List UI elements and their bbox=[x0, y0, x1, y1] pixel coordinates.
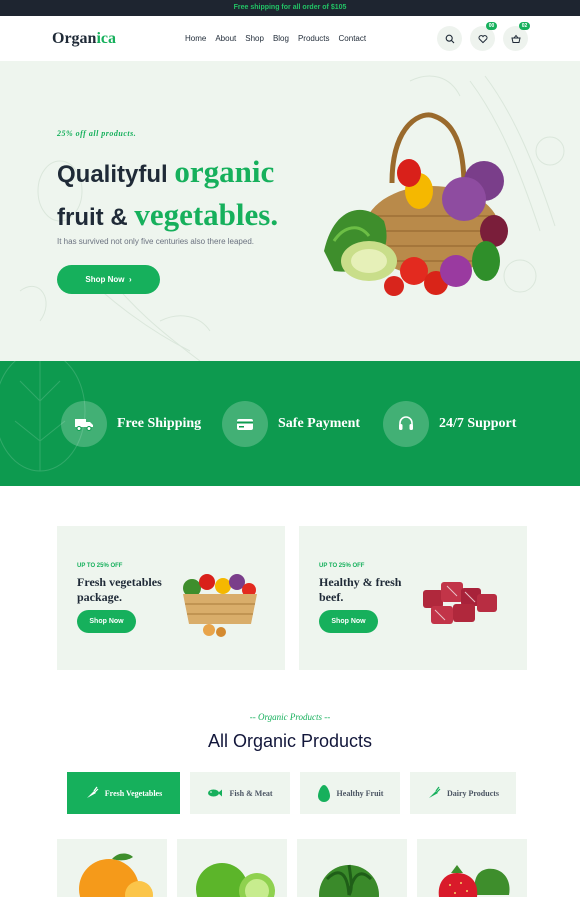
beef-cubes-image bbox=[423, 582, 497, 624]
product-card-lime[interactable] bbox=[177, 839, 287, 897]
hero-title-part-1: Qualityful bbox=[57, 161, 175, 188]
card-icon bbox=[222, 401, 268, 447]
announcement-text: Free shipping for all order of $105 bbox=[233, 4, 347, 11]
hero-shop-now-label: Shop Now bbox=[85, 275, 125, 284]
feature-safe-payment: Safe Payment bbox=[222, 401, 360, 447]
basket-icon bbox=[510, 34, 521, 43]
feature-label: Free Shipping bbox=[117, 416, 202, 431]
hero-shop-now-button[interactable]: Shop Now › bbox=[57, 265, 160, 294]
truck-icon bbox=[61, 401, 107, 447]
nav-shop[interactable]: Shop bbox=[245, 34, 264, 43]
tab-label: Fish & Meat bbox=[229, 788, 273, 798]
tab-healthy-fruit[interactable]: Healthy Fruit bbox=[300, 772, 400, 814]
promo-shop-now-button[interactable]: Shop Now bbox=[77, 610, 136, 633]
logo[interactable]: Organica bbox=[52, 30, 185, 48]
fish-icon bbox=[208, 789, 223, 797]
carrot-icon bbox=[428, 786, 441, 798]
vegetable-crate-image bbox=[183, 574, 257, 637]
headset-icon bbox=[383, 401, 429, 447]
nav-about[interactable]: About bbox=[215, 34, 236, 43]
product-card-orange[interactable] bbox=[57, 839, 167, 897]
cart-count-badge: 02 bbox=[519, 22, 530, 30]
logo-accent-text: ica bbox=[96, 29, 116, 47]
hero-promo-text: 25% off all products. bbox=[57, 129, 137, 138]
site-header: Organica Home About Shop Blog Products C… bbox=[0, 16, 580, 61]
tab-label: Healthy Fruit bbox=[336, 788, 384, 798]
nav-contact[interactable]: Contact bbox=[339, 34, 367, 43]
hero-title-part-2: fruit & bbox=[57, 204, 135, 231]
promo-card-vegetables: UP TO 25% OFF Fresh vegetables package. … bbox=[57, 526, 285, 670]
feature-label: 24/7 Support bbox=[439, 416, 517, 431]
hero-title-highlight-2: vegetables. bbox=[134, 197, 279, 232]
lime-image bbox=[196, 863, 275, 897]
promo-tag: UP TO 25% OFF bbox=[77, 563, 123, 569]
heart-icon bbox=[477, 34, 488, 43]
wishlist-button[interactable]: 00 bbox=[470, 22, 497, 51]
search-icon bbox=[445, 34, 454, 43]
cart-button[interactable]: 02 bbox=[503, 22, 530, 51]
header-actions: 00 02 bbox=[437, 22, 530, 51]
feature-label: Safe Payment bbox=[278, 416, 361, 431]
carrot-icon bbox=[86, 786, 99, 798]
hero-subtitle: It has survived not only five centuries … bbox=[57, 237, 254, 246]
tab-label: Fresh Vegetables bbox=[104, 788, 163, 798]
promo-shop-now-button[interactable]: Shop Now bbox=[319, 610, 378, 633]
chevron-right-icon: › bbox=[128, 275, 132, 284]
promo-tag: UP TO 25% OFF bbox=[319, 563, 365, 569]
features-band: Free Shipping Safe Payment 24/7 Support bbox=[0, 361, 580, 486]
tab-dairy-products[interactable]: Dairy Products bbox=[410, 772, 516, 814]
hero-title-highlight-1: organic bbox=[174, 154, 275, 189]
section-title: All Organic Products bbox=[207, 731, 373, 751]
avocado-icon bbox=[317, 785, 330, 802]
logo-text: Organ bbox=[52, 29, 97, 47]
orange-image bbox=[79, 853, 153, 897]
product-card-watermelon[interactable] bbox=[297, 839, 407, 897]
product-card-strawberry[interactable] bbox=[417, 839, 527, 897]
tab-fresh-vegetables[interactable]: Fresh Vegetables bbox=[67, 772, 180, 814]
top-announcement-bar: Free shipping for all order of $105 bbox=[0, 0, 580, 16]
feature-free-shipping: Free Shipping bbox=[61, 401, 201, 447]
main-nav: Home About Shop Blog Products Contact bbox=[185, 34, 366, 43]
strawberry-image bbox=[438, 865, 510, 897]
nav-blog[interactable]: Blog bbox=[273, 34, 289, 43]
vegetable-basket-image bbox=[324, 112, 508, 296]
tab-fish-meat[interactable]: Fish & Meat bbox=[190, 772, 290, 814]
search-button[interactable] bbox=[437, 26, 462, 51]
hero-title: Qualityful organic fruit & vegetables. bbox=[57, 152, 337, 238]
hero-section: 25% off all products. Qualityful organic… bbox=[0, 61, 580, 361]
promo-title: Fresh vegetables package. bbox=[77, 575, 162, 604]
tab-label: Dairy Products bbox=[446, 788, 500, 798]
watermelon-image bbox=[319, 864, 379, 897]
nav-home[interactable]: Home bbox=[185, 34, 206, 43]
promo-card-beef: UP TO 25% OFF Healthy & fresh beef. Shop… bbox=[299, 526, 527, 670]
wishlist-count-badge: 00 bbox=[486, 22, 497, 30]
nav-products[interactable]: Products bbox=[298, 34, 330, 43]
feature-support: 24/7 Support bbox=[383, 401, 516, 447]
promo-title: Healthy & fresh beef. bbox=[319, 575, 402, 604]
section-subtitle: -- Organic Products -- bbox=[249, 712, 331, 722]
